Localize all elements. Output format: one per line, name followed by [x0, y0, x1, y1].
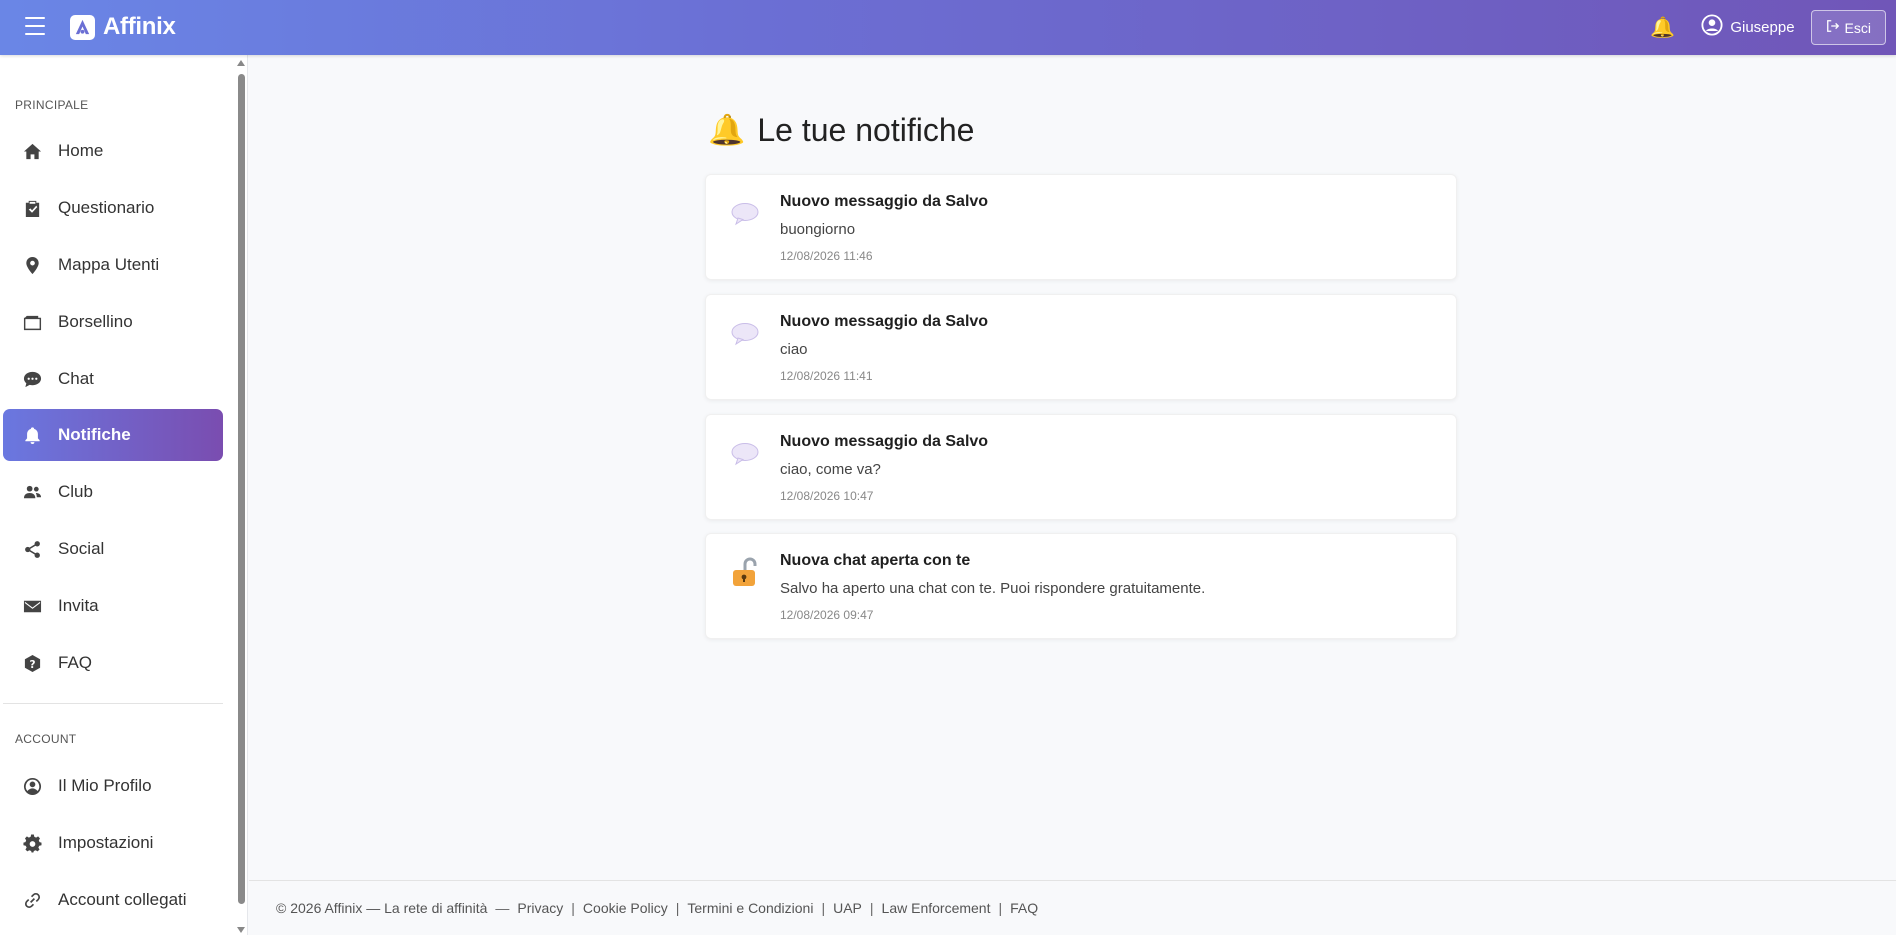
footer-link-termini[interactable]: Termini e Condizioni — [687, 900, 813, 916]
sidebar-item-mappa-utenti[interactable]: Mappa Utenti — [3, 239, 223, 291]
speech-bubble-icon — [730, 319, 760, 349]
notification-card[interactable]: Nuova chat aperta con te Salvo ha aperto… — [705, 533, 1457, 639]
bell-icon — [22, 425, 42, 445]
bell-icon: 🔔 — [708, 114, 746, 147]
chat-icon — [22, 369, 42, 389]
sidebar-item-label: Account collegati — [58, 890, 187, 909]
section-label-main: PRINCIPALE — [15, 98, 89, 112]
page-title: 🔔 Le tue notifiche — [708, 112, 974, 149]
scroll-up-arrow-icon[interactable] — [237, 60, 245, 66]
sidebar-item-label: Borsellino — [58, 312, 133, 331]
wallet-icon — [22, 312, 42, 332]
users-icon — [22, 482, 42, 502]
section-label-account: ACCOUNT — [15, 732, 77, 746]
sidebar-item-home[interactable]: Home — [3, 125, 223, 177]
sidebar-item-label: Social — [58, 539, 105, 558]
brand[interactable]: Affinix — [70, 12, 176, 42]
footer-copyright: © 2026 Affinix — La rete di affinità — [276, 900, 488, 916]
footer-separator: | — [998, 900, 1003, 916]
notification-time: 12/08/2026 10:47 — [780, 489, 874, 503]
share-icon — [22, 539, 42, 559]
sidebar-scrollbar[interactable] — [234, 55, 247, 935]
scroll-thumb[interactable] — [238, 74, 245, 904]
question-icon: ? — [22, 653, 42, 673]
notification-body: ciao — [780, 341, 808, 358]
unlocked-icon — [730, 557, 760, 588]
sidebar-item-label: FAQ — [58, 653, 93, 672]
notification-title: Nuovo messaggio da Salvo — [780, 433, 989, 450]
sidebar: PRINCIPALE Home Questionario Mappa Utent… — [0, 55, 248, 935]
footer-separator: | — [571, 900, 575, 916]
footer-separator: — — [495, 900, 510, 916]
footer-link-uap[interactable]: UAP — [833, 900, 862, 916]
user-circle-icon — [1701, 14, 1723, 41]
footer-separator: | — [675, 900, 680, 916]
sidebar-item-label: Chat — [58, 369, 94, 388]
sidebar-item-account-collegati[interactable]: Account collegati — [3, 874, 223, 926]
affinix-logo-icon — [70, 14, 95, 40]
footer-separator: | — [821, 900, 826, 916]
sidebar-divider — [3, 703, 223, 704]
sidebar-item-label: Invita — [58, 596, 99, 615]
footer-link-cookie-policy[interactable]: Cookie Policy — [583, 900, 668, 916]
clipboard-icon — [22, 198, 42, 218]
footer-link-law-enforcement[interactable]: Law Enforcement — [882, 900, 991, 916]
notification-time: 12/08/2026 09:47 — [780, 608, 874, 622]
user-name: Giuseppe — [1730, 19, 1795, 36]
notification-body: ciao, come va? — [780, 461, 881, 478]
link-icon — [22, 890, 42, 910]
notification-title: Nuovo messaggio da Salvo — [780, 193, 989, 210]
notification-card[interactable]: Nuovo messaggio da Salvo ciao 12/08/2026… — [705, 294, 1457, 400]
sidebar-item-label: Mappa Utenti — [58, 255, 160, 274]
footer-link-privacy[interactable]: Privacy — [517, 900, 563, 916]
footer-separator: | — [869, 900, 874, 916]
sidebar-item-club[interactable]: Club — [3, 466, 223, 518]
notification-body: Salvo ha aperto una chat con te. Puoi ri… — [780, 580, 1206, 597]
sidebar-item-label: Il Mio Profilo — [58, 776, 152, 795]
logout-button[interactable]: Esci — [1810, 10, 1886, 45]
logout-icon — [1826, 19, 1840, 36]
sidebar-item-questionario[interactable]: Questionario — [3, 182, 223, 234]
envelope-icon — [22, 596, 42, 616]
home-icon — [22, 141, 42, 161]
svg-text:?: ? — [29, 658, 35, 670]
top-bar: Affinix 🔔 Giuseppe Esci — [0, 0, 1896, 55]
notification-time: 12/08/2026 11:46 — [780, 249, 873, 263]
brand-name: Affinix — [103, 13, 176, 40]
sidebar-item-chat[interactable]: Chat — [3, 353, 223, 405]
sidebar-item-social[interactable]: Social — [3, 523, 223, 575]
footer: © 2026 Affinix — La rete di affinità — P… — [249, 880, 1896, 935]
gear-icon — [22, 833, 42, 853]
sidebar-item-invita[interactable]: Invita — [3, 580, 223, 632]
sidebar-item-label: Impostazioni — [58, 833, 154, 852]
notification-time: 12/08/2026 11:41 — [780, 369, 873, 383]
sidebar-item-profilo[interactable]: Il Mio Profilo — [3, 760, 223, 812]
sidebar-item-borsellino[interactable]: Borsellino — [3, 296, 223, 348]
scroll-down-arrow-icon[interactable] — [237, 927, 245, 933]
speech-bubble-icon — [730, 439, 760, 469]
sidebar-item-impostazioni[interactable]: Impostazioni — [3, 817, 223, 869]
notification-body: buongiorno — [780, 221, 856, 238]
sidebar-item-label: Questionario — [58, 198, 155, 217]
bell-icon[interactable]: 🔔 — [1650, 15, 1675, 40]
sidebar-item-label: Home — [58, 141, 104, 160]
user-menu[interactable]: Giuseppe — [1701, 14, 1795, 41]
notification-title: Nuovo messaggio da Salvo — [780, 313, 989, 330]
footer-link-faq[interactable]: FAQ — [1010, 900, 1038, 916]
hamburger-icon[interactable] — [25, 17, 45, 35]
notification-card[interactable]: Nuovo messaggio da Salvo buongiorno 12/0… — [705, 174, 1457, 280]
notification-card[interactable]: Nuovo messaggio da Salvo ciao, come va? … — [705, 414, 1457, 520]
user-circle-icon — [22, 776, 42, 796]
sidebar-item-label: Club — [58, 482, 93, 501]
notification-title: Nuova chat aperta con te — [780, 552, 971, 569]
sidebar-item-faq[interactable]: ? FAQ — [3, 637, 223, 689]
sidebar-item-label: Notifiche — [58, 425, 131, 444]
speech-bubble-icon — [730, 199, 760, 229]
page-title-text: Le tue notifiche — [757, 112, 975, 148]
map-pin-icon — [22, 255, 42, 275]
sidebar-item-notifiche[interactable]: Notifiche — [3, 409, 223, 461]
logout-label: Esci — [1844, 19, 1871, 36]
